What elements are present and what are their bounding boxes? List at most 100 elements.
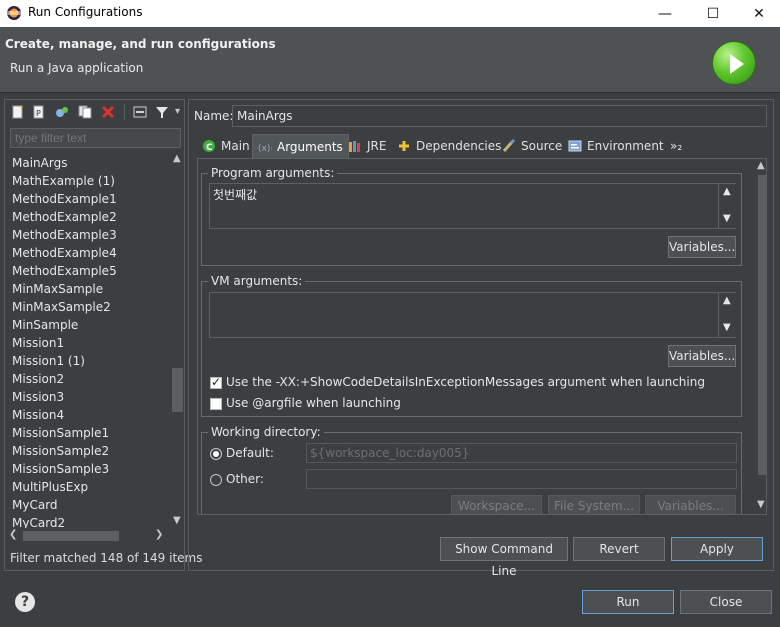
other-dir-field[interactable] (306, 469, 737, 489)
tab-jre[interactable]: JRE (343, 134, 391, 158)
list-item[interactable]: Mission1 (1) (5, 352, 171, 370)
arguments-tab-content: Program arguments: 첫번째값 ▲ ▼ Variables...… (197, 158, 767, 515)
default-dir-field: ${workspace_loc:day005} (306, 443, 737, 463)
config-list[interactable]: MainArgs MathExample (1) MethodExample1 … (5, 154, 171, 528)
program-arguments-title: Program arguments: (208, 166, 338, 180)
list-item[interactable]: MissionSample2 (5, 442, 171, 460)
default-dir-radio[interactable] (210, 448, 222, 460)
list-item[interactable]: MathExample (1) (5, 172, 171, 190)
tab-environment[interactable]: Environment (563, 134, 669, 158)
scroll-thumb[interactable] (23, 531, 119, 541)
header-subtitle: Run a Java application (10, 61, 144, 75)
revert-button[interactable]: Revert (572, 536, 666, 562)
new-config-icon[interactable] (11, 105, 25, 119)
list-vertical-scrollbar[interactable]: ▲ ▼ (171, 153, 184, 528)
program-args-variables-button[interactable]: Variables... (667, 235, 737, 259)
list-item[interactable]: Mission2 (5, 370, 171, 388)
file-system-button[interactable]: File System... (547, 494, 641, 514)
working-dir-variables-button[interactable]: Variables... (644, 494, 737, 514)
scroll-down-icon[interactable]: ▼ (173, 515, 181, 526)
argfile-checkbox[interactable] (210, 398, 222, 410)
name-field[interactable]: MainArgs (232, 105, 767, 127)
list-item[interactable]: MultiPlusExp (5, 478, 171, 496)
list-item[interactable]: MethodExample2 (5, 208, 171, 226)
scroll-right-icon[interactable]: ❯ (155, 529, 163, 540)
list-item[interactable]: MethodExample5 (5, 262, 171, 280)
list-item[interactable]: MyCard (5, 496, 171, 514)
name-label: Name: (194, 109, 234, 123)
list-item[interactable]: MyCard2 (5, 514, 171, 528)
scroll-thumb[interactable] (758, 175, 766, 475)
scroll-thumb[interactable] (172, 368, 183, 412)
list-item[interactable]: MissionSample3 (5, 460, 171, 478)
program-arguments-group: Program arguments: 첫번째값 ▲ ▼ Variables... (201, 166, 742, 266)
svg-text:P: P (36, 109, 41, 118)
tab-label: Dependencies (416, 139, 502, 153)
list-horizontal-scrollbar[interactable]: ❮ ❯ (5, 528, 171, 544)
help-icon[interactable]: ? (15, 592, 35, 612)
tab-main[interactable]: C Main (197, 134, 255, 158)
vm-args-variables-button[interactable]: Variables... (667, 344, 737, 368)
window-title: Run Configurations (28, 5, 143, 19)
vm-arguments-textarea[interactable] (209, 292, 736, 338)
program-arguments-textarea[interactable]: 첫번째값 (209, 183, 736, 229)
scroll-up-icon[interactable]: ▲ (757, 160, 765, 171)
program-args-scrollbar[interactable]: ▲ ▼ (718, 184, 736, 228)
working-directory-group: Working directory: Default: ${workspace_… (201, 425, 742, 514)
list-item[interactable]: Mission1 (5, 334, 171, 352)
svg-text:(x)=: (x)= (258, 144, 272, 154)
tab-label: Source (521, 139, 563, 153)
scroll-up-icon[interactable]: ▲ (723, 295, 731, 306)
tab-arguments[interactable]: (x)= Arguments (252, 134, 349, 158)
content-vertical-scrollbar[interactable]: ▲ ▼ (757, 159, 766, 514)
header-banner: Create, manage, and run configurations R… (0, 27, 780, 93)
run-button[interactable]: Run (581, 589, 675, 615)
list-item[interactable]: Mission3 (5, 388, 171, 406)
list-item[interactable]: MethodExample4 (5, 244, 171, 262)
show-code-details-checkbox[interactable] (210, 375, 222, 389)
tab-label: Environment (587, 139, 664, 153)
delete-icon[interactable] (101, 105, 115, 119)
other-dir-radio[interactable] (210, 474, 222, 486)
tab-dependencies[interactable]: Dependencies (392, 134, 506, 158)
arguments-icon: (x)= (258, 144, 272, 154)
scroll-down-icon[interactable]: ▼ (723, 213, 731, 224)
more-tabs-label: »₂ (670, 139, 683, 153)
scroll-up-icon[interactable]: ▲ (723, 186, 731, 197)
collapse-all-icon[interactable] (133, 105, 147, 119)
workspace-button[interactable]: Workspace... (450, 494, 543, 514)
list-item[interactable]: MinMaxSample (5, 280, 171, 298)
list-item[interactable]: MainArgs (5, 154, 171, 172)
title-bar: Run Configurations — ☐ ✕ (0, 0, 780, 27)
more-tabs-button[interactable]: »₂ (665, 134, 687, 158)
export-config-icon[interactable] (55, 105, 69, 119)
filter-input[interactable] (10, 128, 181, 148)
environment-icon (568, 140, 582, 152)
minimize-button[interactable]: — (642, 0, 688, 27)
list-item[interactable]: Mission4 (5, 406, 171, 424)
list-item[interactable]: MinMaxSample2 (5, 298, 171, 316)
argfile-label: Use @argfile when launching (226, 396, 401, 410)
new-prototype-icon[interactable]: P (32, 105, 46, 119)
list-item[interactable]: MissionSample1 (5, 424, 171, 442)
vm-args-scrollbar[interactable]: ▲ ▼ (718, 293, 736, 337)
list-item[interactable]: MinSample (5, 316, 171, 334)
list-item[interactable]: MethodExample1 (5, 190, 171, 208)
header-title: Create, manage, and run configurations (5, 37, 276, 51)
filter-icon[interactable] (155, 105, 169, 119)
apply-button[interactable]: Apply (670, 536, 764, 562)
close-button[interactable]: Close (679, 589, 773, 615)
scroll-down-icon[interactable]: ▼ (723, 322, 731, 333)
list-item[interactable]: MethodExample3 (5, 226, 171, 244)
scroll-down-icon[interactable]: ▼ (757, 499, 765, 510)
scroll-up-icon[interactable]: ▲ (173, 153, 181, 164)
scroll-left-icon[interactable]: ❮ (9, 529, 17, 540)
maximize-button[interactable]: ☐ (690, 0, 736, 27)
close-window-button[interactable]: ✕ (736, 0, 780, 27)
show-command-line-button[interactable]: Show Command Line (439, 536, 569, 578)
tab-label: Arguments (277, 139, 343, 154)
tab-source[interactable]: Source (497, 134, 567, 158)
duplicate-icon[interactable] (78, 105, 92, 119)
filter-menu-chevron-icon[interactable]: ▾ (175, 106, 180, 117)
dependencies-icon (399, 141, 409, 151)
